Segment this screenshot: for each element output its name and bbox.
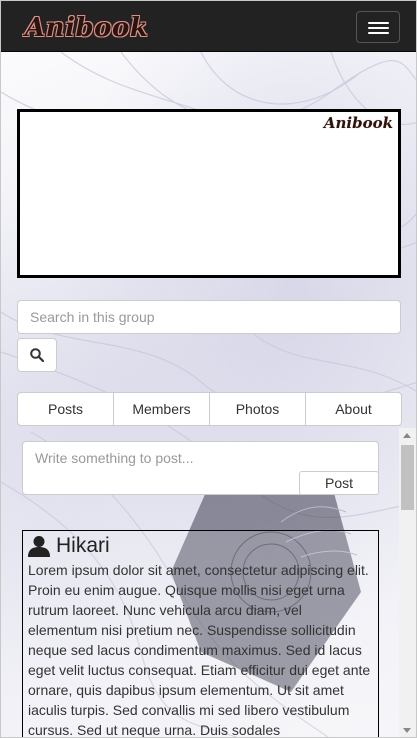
scroll-up-arrow-icon[interactable]: [403, 433, 411, 438]
post-card: Hikari Lorem ipsum dolor sit amet, conse…: [22, 530, 379, 738]
scroll-down-arrow-icon[interactable]: [403, 728, 411, 733]
post-button[interactable]: Post: [299, 471, 379, 495]
scrollbar-thumb[interactable]: [401, 445, 414, 510]
search-button[interactable]: [17, 338, 57, 372]
content-scrollbar[interactable]: [399, 428, 416, 737]
post-author: Hikari: [28, 533, 110, 559]
group-tabs: Posts Members Photos About: [17, 392, 402, 426]
tab-members[interactable]: Members: [113, 392, 210, 426]
group-search-input[interactable]: [17, 300, 401, 334]
group-cover-image: Anibook: [17, 109, 401, 278]
top-navbar: Anibook: [1, 1, 416, 52]
post-author-name[interactable]: Hikari: [56, 534, 110, 558]
tab-posts[interactable]: Posts: [17, 392, 114, 426]
user-icon: [28, 536, 50, 557]
app-window: Anibook Anibook Posts Members Photos Abo…: [0, 0, 417, 738]
navbar-toggle-button[interactable]: [356, 11, 400, 43]
cover-logo: Anibook: [323, 114, 393, 132]
post-body-text: Lorem ipsum dolor sit amet, consectetur …: [28, 562, 371, 738]
search-icon: [30, 348, 44, 362]
tab-photos[interactable]: Photos: [209, 392, 306, 426]
brand-logo[interactable]: Anibook: [25, 13, 148, 43]
tab-about[interactable]: About: [305, 392, 402, 426]
